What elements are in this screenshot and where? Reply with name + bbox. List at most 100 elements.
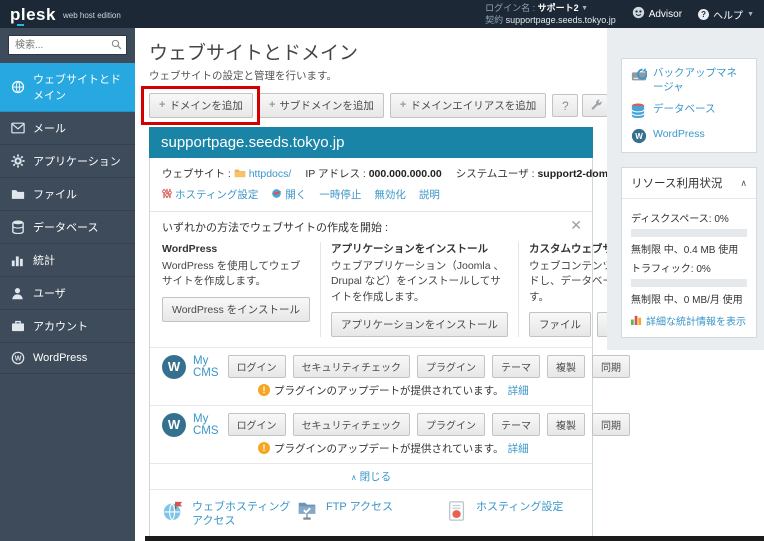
domain-card: ウェブサイト : httpdocs/ IP アドレス : 000.000.000… <box>149 158 680 541</box>
traffic-bar <box>631 279 747 288</box>
collapse-link[interactable]: ∧ 閉じる <box>351 471 391 483</box>
detailed-stats-link[interactable]: 詳細な統計情報を表示 <box>631 313 747 328</box>
caret-down-icon: ▼ <box>581 4 589 12</box>
sidebar-item-users[interactable]: ユーザ <box>0 277 135 310</box>
collapse-row: ∧ 閉じる <box>150 462 592 489</box>
sidebar-item-account[interactable]: アカウント <box>0 310 135 343</box>
edition-label: web host edition <box>62 11 121 20</box>
backup-manager-icon <box>631 67 648 83</box>
close-icon[interactable]: ✕ <box>570 218 582 232</box>
traffic-note: 無制限 中、0 MB/月 使用 <box>631 295 743 307</box>
cms-login-button[interactable]: ログイン <box>227 355 286 379</box>
search-icon <box>111 39 122 53</box>
main-content: ウェブサイトとドメイン ウェブサイトの設定と管理を行います。 + ドメインを追加 … <box>135 28 680 541</box>
web-hosting-access-icon <box>162 500 184 522</box>
files-button[interactable]: ファイル <box>529 311 592 337</box>
login-user-menu[interactable]: サポート2 <box>538 3 579 13</box>
add-domain-alias-button[interactable]: + ドメインエイリアスを追加 <box>389 93 547 118</box>
page-title: ウェブサイトとドメイン <box>149 43 359 64</box>
cms-plugins-button[interactable]: プラグイン <box>416 413 485 437</box>
databases-link[interactable]: データベース <box>631 103 747 119</box>
help-icon: ? <box>698 8 710 20</box>
cms-clone-button[interactable]: 複製 <box>546 355 585 379</box>
cms-security-check-button[interactable]: セキュリティチェック <box>292 355 410 379</box>
search-input[interactable] <box>8 35 127 55</box>
left-sidebar: ウェブサイトとドメイン メール アプリケーション ファイル データベース 統計 … <box>0 28 135 541</box>
logo-underline <box>17 23 24 26</box>
disk-space-label: ディスクスペース: 0% <box>631 214 729 226</box>
start-heading: いずれかの方法でウェブサイトの作成を開始 : <box>162 222 389 234</box>
folder-icon <box>10 188 25 200</box>
contract-domain: supportpage.seeds.tokyo.jp <box>505 15 616 25</box>
mail-icon <box>10 122 25 134</box>
httpdocs-link[interactable]: httpdocs/ <box>249 168 292 180</box>
sidebar-item-applications[interactable]: アプリケーション <box>0 145 135 178</box>
hosting-settings-link[interactable]: ホスティング設定 <box>175 187 258 202</box>
advisor-icon <box>632 6 645 22</box>
svg-text:W: W <box>14 356 21 363</box>
add-domain-button[interactable]: + ドメインを追加 <box>149 93 253 118</box>
ftp-access-icon <box>296 500 318 522</box>
top-bar: plesk web host edition ログイン名 : サポート2 ▼ 契… <box>0 0 764 28</box>
cms-plugins-button[interactable]: プラグイン <box>416 355 485 379</box>
tool-grid: ウェブホスティングアクセス FTP アクセス ホスティング設定 Let's En… <box>150 488 592 541</box>
wordpress-link[interactable]: W WordPress <box>631 128 747 144</box>
cms-clone-button[interactable]: 複製 <box>546 413 585 437</box>
disk-space-note: 無制限 中、0.4 MB 使用 <box>631 245 739 257</box>
database-icon <box>10 220 25 234</box>
cms-themes-button[interactable]: テーマ <box>491 355 540 379</box>
install-wordpress-button[interactable]: WordPress をインストール <box>162 296 310 322</box>
sidebar-item-wordpress[interactable]: W WordPress <box>0 343 135 374</box>
backup-manager-link[interactable]: バックアップマネージャ <box>631 67 747 94</box>
cms-details-link[interactable]: 詳細 <box>508 383 529 398</box>
grid-item-ftp-access[interactable]: FTP アクセス <box>296 500 446 529</box>
plus-icon: + <box>159 99 166 111</box>
cms-sync-button[interactable]: 同期 <box>591 355 630 379</box>
suspend-link[interactable]: 一時停止 <box>319 187 361 202</box>
wordpress-icon: W <box>10 351 25 365</box>
description-link[interactable]: 説明 <box>419 187 440 202</box>
install-application-button[interactable]: アプリケーションをインストール <box>330 311 509 337</box>
window-bottom-edge <box>145 536 764 541</box>
open-link[interactable]: 開く <box>285 187 306 202</box>
right-sidebar: バックアップマネージャ データベース W WordPress リソース利用状況 … <box>607 28 764 351</box>
globe-icon <box>10 80 25 94</box>
question-icon: ? <box>561 98 569 113</box>
plus-icon: + <box>268 99 276 111</box>
cms-details-link[interactable]: 詳細 <box>508 441 529 456</box>
sidebar-item-databases[interactable]: データベース <box>0 211 135 244</box>
sidebar-item-statistics[interactable]: 統計 <box>0 244 135 277</box>
cms-sync-button[interactable]: 同期 <box>591 413 630 437</box>
ip-label: IP アドレス : <box>305 168 366 180</box>
cms-security-check-button[interactable]: セキュリティチェック <box>292 413 410 437</box>
contract-label: 契約 <box>485 15 504 25</box>
resource-usage-panel: リソース利用状況 ∧ ディスクスペース: 0% 無制限 中、0.4 MB 使用 … <box>621 167 757 339</box>
warning-icon: ! <box>258 442 270 455</box>
ip-value: 000.000.000.00 <box>368 168 442 180</box>
cms-site-link[interactable]: My CMS <box>193 355 219 379</box>
sidebar-item-websites-domains[interactable]: ウェブサイトとドメイン <box>0 63 135 112</box>
grid-item-web-hosting-access[interactable]: ウェブホスティングアクセス <box>162 500 296 529</box>
tools-button[interactable] <box>582 94 609 117</box>
wordpress-icon: W <box>631 128 647 144</box>
login-info: ログイン名 : サポート2 ▼ 契約 supportpage.seeds.tok… <box>485 2 616 26</box>
add-subdomain-button[interactable]: + サブドメインを追加 <box>258 93 384 118</box>
disk-space-bar <box>631 229 747 238</box>
resource-usage-header[interactable]: リソース利用状況 ∧ <box>622 168 756 200</box>
sidebar-item-files[interactable]: ファイル <box>0 178 135 211</box>
toolbar: + ドメインを追加 + サブドメインを追加 + ドメインエイリアスを追加 ? <box>141 86 609 125</box>
help-button[interactable]: ? <box>552 94 579 117</box>
advisor-button[interactable]: Advisor <box>632 6 682 22</box>
sidebar-item-mail[interactable]: メール <box>0 112 135 145</box>
wrench-icon <box>589 98 602 114</box>
grid-item-hosting-settings[interactable]: ホスティング設定 <box>446 500 580 529</box>
cms-themes-button[interactable]: テーマ <box>491 413 540 437</box>
cms-site-link[interactable]: My CMS <box>193 413 219 437</box>
disable-link[interactable]: 無効化 <box>374 187 406 202</box>
chevron-up-icon: ∧ <box>740 177 747 188</box>
plesk-logo: plesk <box>10 4 56 26</box>
warning-icon: ! <box>258 384 270 397</box>
help-menu[interactable]: ? ヘルプ ▼ <box>698 7 754 22</box>
cms-login-button[interactable]: ログイン <box>227 413 286 437</box>
caret-down-icon: ▼ <box>747 10 754 18</box>
